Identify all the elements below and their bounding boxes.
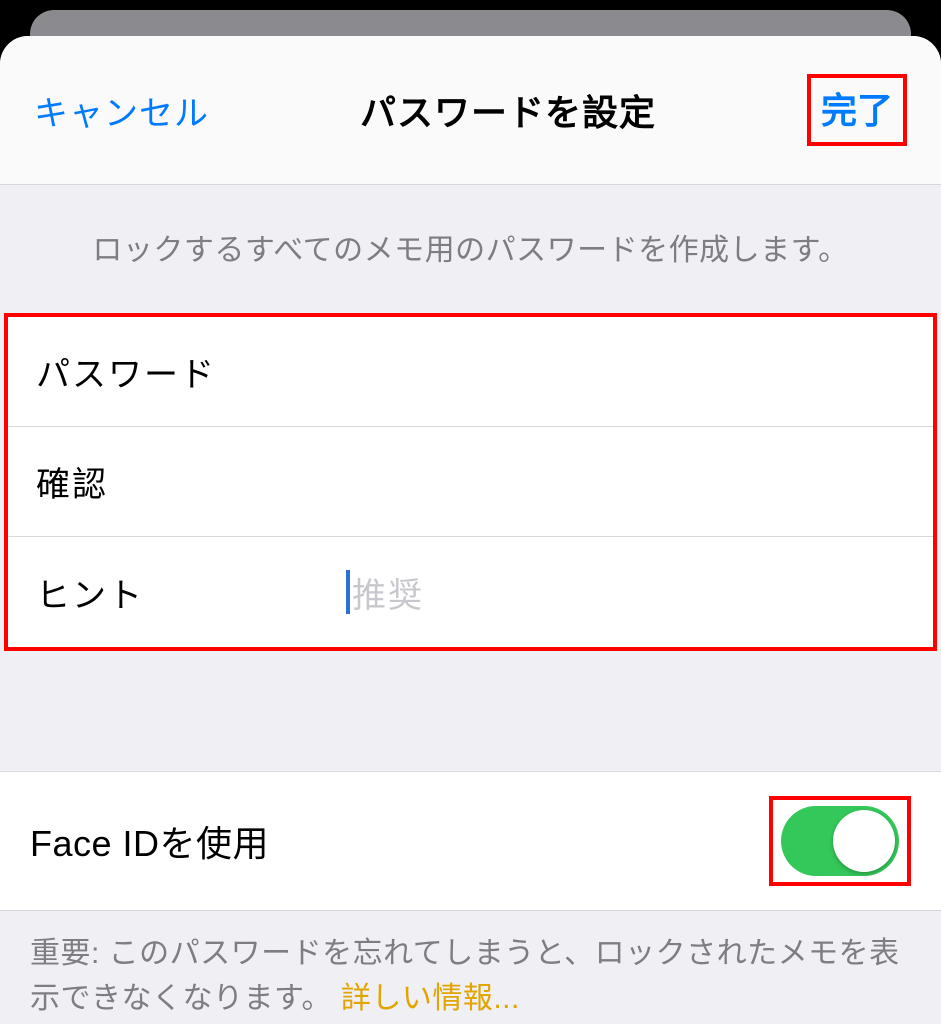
hint-row[interactable]: ヒント 推奨	[8, 537, 933, 647]
password-row[interactable]: パスワード	[8, 317, 933, 427]
confirm-label: 確認	[36, 457, 346, 506]
text-caret-icon	[346, 570, 350, 614]
faceid-label: Face IDを使用	[30, 815, 269, 867]
faceid-toggle[interactable]	[781, 806, 899, 876]
confirm-input[interactable]	[346, 462, 905, 501]
footer-note: 重要: このパスワードを忘れてしまうと、ロックされたメモを表示できなくなります。…	[0, 911, 941, 1021]
cancel-button[interactable]: キャンセル	[34, 86, 209, 135]
hint-placeholder: 推奨	[352, 568, 424, 617]
done-button[interactable]: 完了	[821, 90, 893, 131]
spacer	[0, 651, 941, 771]
modal-sheet: キャンセル パスワードを設定 完了 ロックするすべてのメモ用のパスワードを作成し…	[0, 36, 941, 1024]
hint-label: ヒント	[36, 568, 346, 617]
page-title: パスワードを設定	[360, 84, 656, 136]
hint-input[interactable]: 推奨	[346, 568, 905, 617]
confirm-row[interactable]: 確認	[8, 427, 933, 537]
faceid-toggle-highlight	[769, 796, 911, 886]
password-input[interactable]	[346, 352, 905, 391]
navbar: キャンセル パスワードを設定 完了	[0, 36, 941, 185]
password-fields-group: パスワード 確認 ヒント 推奨	[4, 313, 937, 651]
toggle-knob-icon	[833, 810, 895, 872]
password-label: パスワード	[36, 347, 346, 396]
done-button-highlight: 完了	[807, 74, 907, 146]
more-info-link[interactable]: 詳しい情報...	[341, 982, 520, 1015]
faceid-row[interactable]: Face IDを使用	[0, 771, 941, 911]
section-description: ロックするすべてのメモ用のパスワードを作成します。	[0, 185, 941, 313]
